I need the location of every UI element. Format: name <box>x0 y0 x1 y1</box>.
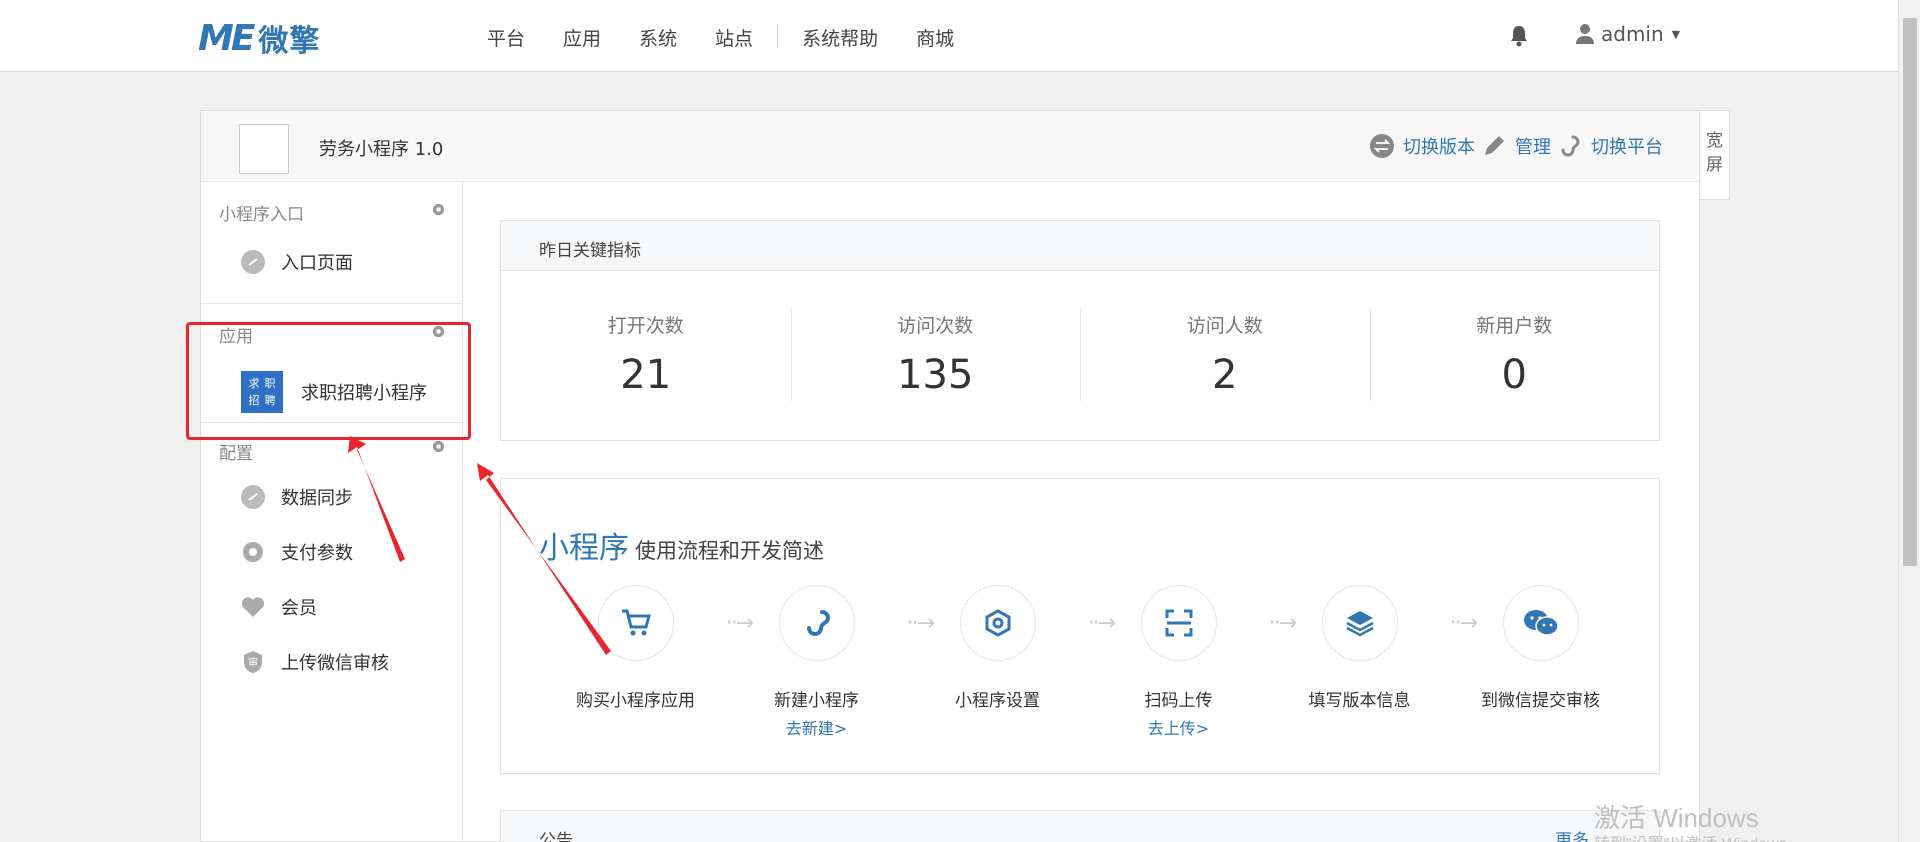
cart-icon <box>597 585 674 661</box>
metric-visitors: 访问人数 2 <box>1080 271 1370 441</box>
app-thumbnail <box>239 124 289 174</box>
step-name: 新建小程序 <box>774 691 859 711</box>
user-icon <box>1575 23 1595 45</box>
sidebar-group-title: 小程序入口 <box>219 205 304 225</box>
metrics-row: 打开次数 21 访问次数 135 访问人数 2 新用户数 0 <box>501 271 1659 441</box>
key-metrics-card: 昨日关键指标 打开次数 21 访问次数 135 访问人数 2 新用户数 0 <box>500 220 1660 441</box>
metric-new-users: 新用户数 0 <box>1369 271 1660 441</box>
flow-steps: 购买小程序应用 ··→ 新建小程序 去新建> ··→ 小程序设置 ··→ 扫码上… <box>545 585 1631 739</box>
step-scan-upload[interactable]: 扫码上传 去上传> ··→ <box>1088 585 1297 739</box>
metric-label: 打开次数 <box>607 315 684 337</box>
windows-watermark-sub: 转到"设置"以激活 Windows。 <box>1594 830 1803 842</box>
top-navbar: ME 微擎 平台 应用 系统 站点 系统帮助 商城 admin ▼ <box>0 0 1898 72</box>
gear-icon[interactable] <box>431 439 446 454</box>
step-version-info[interactable]: 填写版本信息 ··→ <box>1269 585 1478 739</box>
scrollbar-thumb[interactable] <box>1903 18 1917 566</box>
top-nav: 平台 应用 系统 站点 系统帮助 商城 <box>487 24 992 51</box>
page-scrollbar[interactable] <box>1898 0 1920 842</box>
sidebar-item-payment[interactable]: 支付参数 <box>201 524 462 579</box>
metric-label: 访问人数 <box>1186 315 1263 337</box>
step-name: 填写版本信息 <box>1308 691 1411 711</box>
step-link[interactable]: 去上传> <box>1088 715 1269 739</box>
sidebar-item-label: 会员 <box>281 597 317 619</box>
panel-header: 劳务小程序 1.0 切换版本 管理 切换平台 <box>201 111 1699 182</box>
highlight-box <box>186 322 471 440</box>
metric-value: 2 <box>1212 352 1238 398</box>
step-create[interactable]: 新建小程序 去新建> ··→ <box>726 585 935 739</box>
logo-me: ME <box>198 17 255 59</box>
flow-title: 小程序 使用流程和开发简述 <box>539 523 824 567</box>
step-settings[interactable]: 小程序设置 ··→ <box>907 585 1116 739</box>
nav-sites[interactable]: 站点 <box>715 24 753 51</box>
shield-icon: 审 <box>241 650 265 674</box>
settings-icon <box>959 585 1036 661</box>
metric-label: 访问次数 <box>897 315 974 337</box>
sidebar-item-label: 支付参数 <box>281 542 353 564</box>
nav-system[interactable]: 系统 <box>639 24 677 51</box>
sidebar-item-upload-review[interactable]: 审 上传微信审核 <box>201 634 462 689</box>
manage-link[interactable]: 管理 <box>1515 133 1551 159</box>
link-circle-icon <box>241 249 265 274</box>
step-name: 到微信提交审核 <box>1481 691 1600 711</box>
nav-apps[interactable]: 应用 <box>563 24 601 51</box>
gear-icon[interactable] <box>431 202 446 217</box>
flow-title-main: 小程序 <box>539 531 629 566</box>
metric-label: 新用户数 <box>1476 315 1553 337</box>
step-name: 小程序设置 <box>955 691 1040 711</box>
sidebar: 小程序入口 入口页面 应用 求 职 招 聘 求职招聘小程序 配置 数据同步 支付… <box>201 182 463 842</box>
wide-screen-toggle[interactable]: 宽屏 <box>1700 110 1730 200</box>
heart-icon <box>241 595 265 619</box>
metric-visits: 访问次数 135 <box>790 271 1081 441</box>
notice-title: 公告 <box>539 831 573 842</box>
sidebar-group-config: 配置 数据同步 支付参数 会员 审 上传微信审核 <box>201 423 462 689</box>
link-circle-icon <box>241 484 265 509</box>
step-link[interactable]: 去新建> <box>726 715 907 739</box>
sidebar-item-data-sync[interactable]: 数据同步 <box>201 469 462 524</box>
switch-platform-link[interactable]: 切换平台 <box>1591 133 1663 159</box>
sidebar-item-entry-page[interactable]: 入口页面 <box>201 234 462 289</box>
layers-icon <box>1321 585 1398 661</box>
switch-icon <box>1369 133 1395 159</box>
header-actions: 切换版本 管理 切换平台 <box>1357 133 1663 159</box>
notice-more-link[interactable]: 更多 <box>1555 826 1589 842</box>
svg-text:审: 审 <box>248 656 258 669</box>
switch-version-link[interactable]: 切换版本 <box>1403 133 1475 159</box>
usage-flow-card: 小程序 使用流程和开发简述 购买小程序应用 ··→ 新建小程序 去新建> ··→… <box>500 478 1660 774</box>
sidebar-item-member[interactable]: 会员 <box>201 579 462 634</box>
nav-divider <box>777 25 779 47</box>
step-name: 购买小程序应用 <box>576 691 695 711</box>
link-icon <box>1557 133 1583 159</box>
logo[interactable]: ME 微擎 <box>198 16 320 60</box>
link-icon <box>778 585 855 661</box>
sidebar-item-label: 入口页面 <box>281 252 353 274</box>
app-title: 劳务小程序 1.0 <box>319 139 444 160</box>
username: admin <box>1601 22 1664 46</box>
nav-platform[interactable]: 平台 <box>487 24 525 51</box>
bell-icon[interactable] <box>1508 24 1530 48</box>
flow-title-sub: 使用流程和开发简述 <box>635 539 824 563</box>
chevron-down-icon: ▼ <box>1671 27 1681 41</box>
step-name: 扫码上传 <box>1144 691 1213 711</box>
metric-value: 0 <box>1501 352 1527 398</box>
scan-icon <box>1140 585 1217 661</box>
user-menu[interactable]: admin ▼ <box>1575 22 1680 46</box>
nav-help[interactable]: 系统帮助 <box>802 24 878 51</box>
step-buy[interactable]: 购买小程序应用 ··→ <box>545 585 754 739</box>
pencil-icon <box>1481 133 1507 159</box>
wide-screen-label: 宽屏 <box>1706 131 1723 175</box>
metric-value: 21 <box>620 352 672 398</box>
wechat-icon <box>1502 585 1579 661</box>
nav-store[interactable]: 商城 <box>916 24 954 51</box>
gear-icon <box>241 540 265 564</box>
sidebar-group-entry: 小程序入口 入口页面 <box>201 182 462 304</box>
metrics-title: 昨日关键指标 <box>501 221 1659 271</box>
step-wechat-review[interactable]: 到微信提交审核 <box>1450 585 1631 739</box>
notice-card: 公告 更多 <box>500 810 1660 842</box>
sidebar-item-label: 数据同步 <box>281 487 353 509</box>
metric-value: 135 <box>897 352 974 398</box>
sidebar-item-label: 上传微信审核 <box>281 652 389 674</box>
logo-cn: 微擎 <box>258 24 321 59</box>
metric-opens: 打开次数 21 <box>501 271 791 441</box>
